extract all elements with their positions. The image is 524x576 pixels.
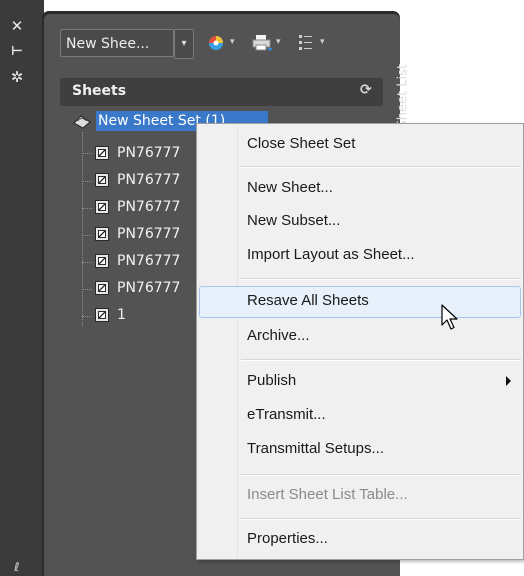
menu-item-new-sheet[interactable]: New Sheet... xyxy=(199,173,521,205)
tree-connector xyxy=(82,289,92,290)
close-icon[interactable]: ✕ xyxy=(6,17,28,35)
menu-separator xyxy=(241,359,521,361)
sheet-icon xyxy=(95,254,109,268)
tree-connector xyxy=(82,208,92,209)
chevron-down-icon[interactable]: ▾ xyxy=(174,29,194,59)
menu-item-archive[interactable]: Archive... xyxy=(199,321,521,353)
menu-item-transmittal-setups[interactable]: Transmittal Setups... xyxy=(199,434,521,466)
sheets-panel-header: Sheets ⟳ xyxy=(60,78,383,106)
refresh-icon[interactable]: ⟳ xyxy=(360,82,372,98)
palette-label-glyph: ℓ xyxy=(14,560,20,574)
menu-separator xyxy=(241,278,521,280)
tree-connector xyxy=(82,235,92,236)
menu-item-label: Publish xyxy=(247,372,297,389)
tree-item-sheet[interactable]: PN76777 xyxy=(117,223,180,245)
tree-item-sheet[interactable]: PN76777 xyxy=(117,277,180,299)
tree-connector xyxy=(82,181,92,182)
menu-item-label: Transmittal Setups... xyxy=(247,440,384,457)
settings-icon[interactable]: ✲ xyxy=(6,68,28,86)
menu-item-label: Close Sheet Set xyxy=(247,135,356,152)
menu-item-label: Import Layout as Sheet... xyxy=(247,246,415,263)
tree-connector xyxy=(82,132,83,326)
mouse-pointer-icon xyxy=(440,304,460,336)
sheet-icon xyxy=(95,146,109,160)
tree-item-sheet[interactable]: PN76777 xyxy=(117,250,180,272)
tree-item-sheet[interactable]: PN76777 xyxy=(117,169,180,191)
menu-item-properties[interactable]: Properties... xyxy=(199,524,521,556)
menu-item-import-layout[interactable]: Import Layout as Sheet... xyxy=(199,240,521,272)
chevron-down-icon[interactable]: ▾ xyxy=(230,37,235,47)
menu-item-label: New Subset... xyxy=(247,212,341,229)
sheet-icon xyxy=(95,281,109,295)
menu-item-label: eTransmit... xyxy=(247,406,326,423)
tree-item-sheet[interactable]: PN76777 xyxy=(117,196,180,218)
sheet-icon xyxy=(95,200,109,214)
menu-item-label: Resave All Sheets xyxy=(247,292,369,309)
publish-plot-icon[interactable] xyxy=(252,34,273,52)
chevron-down-icon[interactable]: ▾ xyxy=(320,37,325,47)
sheet-icon xyxy=(95,227,109,241)
menu-item-label: Archive... xyxy=(247,327,310,344)
menu-item-label: New Sheet... xyxy=(247,179,333,196)
menu-item-new-subset[interactable]: New Subset... xyxy=(199,206,521,238)
menu-item-insert-sheet-list-table[interactable]: Insert Sheet List Table... xyxy=(199,480,521,512)
tree-connector xyxy=(82,153,92,154)
sheet-set-view-icon[interactable] xyxy=(207,34,227,52)
menu-item-label: Properties... xyxy=(247,530,328,547)
tab-sheet-list-label: Sheet List xyxy=(395,64,411,129)
sheet-icon xyxy=(95,308,109,322)
menu-separator xyxy=(241,518,521,520)
submenu-arrow-icon xyxy=(506,376,511,386)
menu-item-publish[interactable]: Publish xyxy=(199,366,521,398)
tree-connector xyxy=(82,262,92,263)
sheet-set-dropdown[interactable]: New Shee... xyxy=(60,29,174,57)
chevron-down-icon[interactable]: ▾ xyxy=(276,37,281,47)
palette-title-strip: ✕ ⊢ ✲ ℓ xyxy=(0,0,44,576)
tree-item-sheet[interactable]: PN76777 xyxy=(117,142,180,164)
menu-item-resave-all-sheets[interactable]: Resave All Sheets xyxy=(199,286,521,318)
tree-item-sheet[interactable]: 1 xyxy=(117,304,126,326)
auto-hide-icon[interactable]: ⊢ xyxy=(6,43,28,61)
panel-title: Sheets xyxy=(72,83,127,99)
menu-item-etransmit[interactable]: eTransmit... xyxy=(199,400,521,432)
menu-separator xyxy=(241,474,521,476)
sheet-icon xyxy=(95,173,109,187)
context-menu: Close Sheet Set New Sheet... New Subset.… xyxy=(196,123,524,560)
menu-item-close-sheet-set[interactable]: Close Sheet Set xyxy=(199,129,521,161)
menu-item-label: Insert Sheet List Table... xyxy=(247,486,408,503)
sheet-set-icon xyxy=(73,113,91,129)
tree-connector xyxy=(82,316,92,317)
menu-separator xyxy=(241,166,521,168)
sheet-list-options-icon[interactable] xyxy=(297,34,317,52)
